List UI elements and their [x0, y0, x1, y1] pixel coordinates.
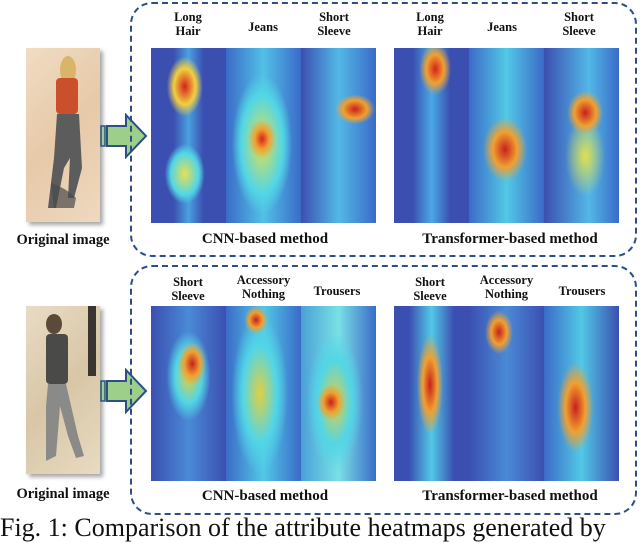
man-figure: [46, 306, 96, 461]
heatmap-transformer-jeans: [469, 48, 544, 223]
heatmap-transformer-trousers: [544, 306, 619, 481]
attribute-label: Long Hair: [174, 10, 202, 38]
attribute-label: Trousers: [558, 284, 606, 298]
method-label-transformer: Transformer-based method: [422, 488, 598, 504]
attribute-label: Short Sleeve: [562, 10, 596, 38]
woman-figure: [48, 56, 82, 208]
attribute-label: Short Sleeve: [413, 275, 447, 303]
heatmap-cnn-jeans: [226, 48, 301, 223]
original-image-label: Original image: [16, 232, 110, 248]
attribute-label: Trousers: [313, 284, 361, 298]
heatmap-cnn-trousers: [301, 306, 376, 481]
original-image-woman: [26, 48, 100, 222]
attribute-label: Accessory Nothing: [479, 273, 534, 301]
original-image-man: [26, 306, 100, 474]
attribute-label: Short Sleeve: [317, 10, 351, 38]
heatmap-cnn-accessory-nothing: [226, 306, 301, 481]
method-label-cnn: CNN-based method: [201, 488, 329, 504]
heatmap-transformer-accessory-nothing: [469, 306, 544, 481]
heatmap-cnn-long-hair: [151, 48, 226, 223]
method-label-transformer: Transformer-based method: [422, 231, 598, 247]
attribute-label: Accessory Nothing: [236, 273, 291, 301]
attribute-label: Short Sleeve: [171, 275, 205, 303]
original-image-label: Original image: [16, 486, 110, 502]
heatmap-transformer-long-hair: [394, 48, 469, 223]
heatmap-cnn-short-sleeve: [151, 306, 226, 481]
heatmap-cnn-short-sleeve: [301, 48, 376, 223]
figure-caption: Fig. 1: Comparison of the attribute heat…: [0, 513, 606, 542]
attribute-label: Long Hair: [416, 10, 444, 38]
attribute-label: Jeans: [487, 20, 517, 34]
heatmap-transformer-short-sleeve: [544, 48, 619, 223]
method-label-cnn: CNN-based method: [201, 231, 329, 247]
attribute-label: Jeans: [248, 20, 278, 34]
heatmap-transformer-short-sleeve: [394, 306, 469, 481]
